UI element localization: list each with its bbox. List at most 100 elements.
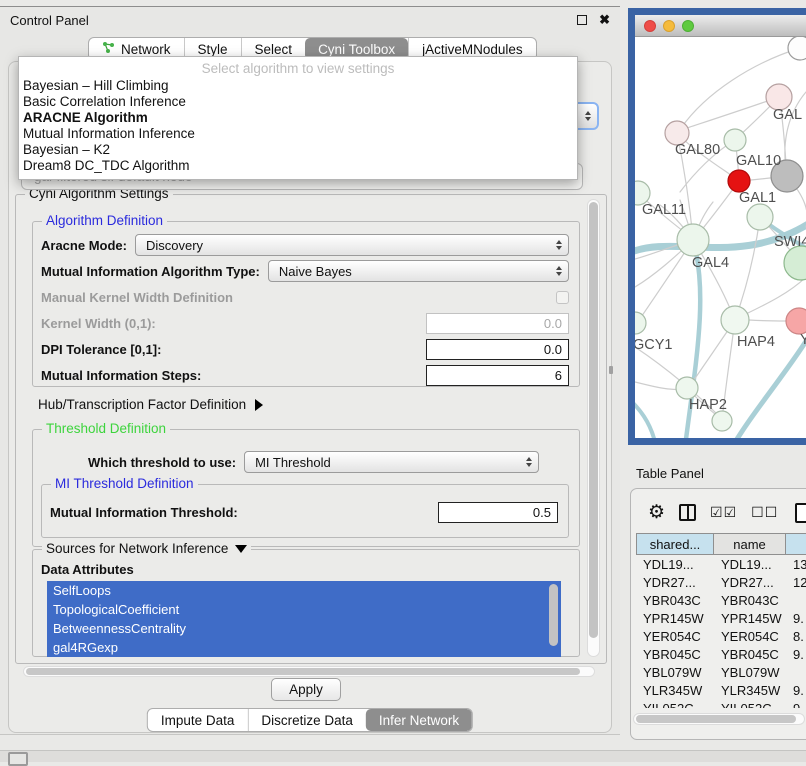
table-cell: YDL19... bbox=[636, 557, 714, 572]
table-row[interactable]: YBR043CYBR043C bbox=[636, 591, 806, 609]
node-gal4[interactable] bbox=[677, 224, 709, 256]
table-row[interactable]: YDR27...YDR27...12 bbox=[636, 573, 806, 591]
network-edge[interactable] bbox=[749, 320, 786, 321]
node-hap2[interactable] bbox=[676, 377, 698, 399]
node-gal1-grn[interactable] bbox=[747, 204, 773, 230]
mi-threshold-definition-group: MI Threshold Definition Mutual Informati… bbox=[41, 484, 569, 538]
node-label-swi4: SWI4 bbox=[774, 234, 806, 250]
mi-threshold-definition-title: MI Threshold Definition bbox=[51, 476, 198, 491]
mi-algorithm-type-label: Mutual Information Algorithm Type: bbox=[41, 264, 260, 279]
node-gal1-red[interactable] bbox=[728, 170, 750, 192]
table-horizontal-scrollbar-thumb[interactable] bbox=[636, 715, 796, 723]
column-header-shared[interactable]: shared... bbox=[636, 533, 714, 555]
table-cell: YDR27... bbox=[636, 575, 714, 590]
close-traffic-light-icon[interactable] bbox=[644, 20, 656, 32]
data-attributes-label: Data Attributes bbox=[41, 562, 134, 577]
control-panel-titlebar: Control Panel ✖ bbox=[0, 7, 620, 33]
bottom-tab-infer-network[interactable]: Infer Network bbox=[366, 709, 472, 731]
algorithm-option-bayesian-k2[interactable]: Bayesian – K2 bbox=[19, 142, 577, 158]
settings-vertical-scrollbar[interactable] bbox=[587, 199, 600, 657]
algorithm-option-mutual-information-inference[interactable]: Mutual Information Inference bbox=[19, 126, 577, 142]
unchecked-columns-icon[interactable]: ☐☐ bbox=[751, 504, 778, 521]
dpi-tolerance-field[interactable]: 0.0 bbox=[426, 339, 569, 360]
bottom-tab-discretize-data[interactable]: Discretize Data bbox=[247, 709, 366, 731]
node-bottom[interactable] bbox=[712, 411, 732, 431]
node-label-gal80: GAL80 bbox=[675, 142, 720, 158]
manual-kernel-width-checkbox[interactable] bbox=[556, 291, 569, 304]
network-edge[interactable] bbox=[635, 397, 655, 438]
settings-vertical-scrollbar-thumb[interactable] bbox=[589, 202, 598, 638]
table-cell: 12 bbox=[786, 575, 806, 590]
panel-divider-handle[interactable] bbox=[609, 366, 613, 374]
kernel-width-label: Kernel Width (0,1): bbox=[41, 316, 156, 331]
sources-group: Sources for Network Inference Data Attri… bbox=[32, 549, 580, 657]
mi-steps-field[interactable]: 6 bbox=[426, 365, 569, 386]
table-row[interactable]: YDL19...YDL19...13 bbox=[636, 555, 806, 573]
network-view-window: GALGAL80GAL10GAL1GAL11SWI4GAL4GCY1HAP4YH… bbox=[628, 8, 806, 445]
table-cell: YBL079W bbox=[636, 665, 714, 680]
aracne-mode-combo[interactable]: Discovery bbox=[135, 234, 569, 256]
node-top[interactable] bbox=[788, 37, 806, 60]
document-icon[interactable] bbox=[795, 503, 806, 523]
attribute-betweennesscentrality[interactable]: BetweennessCentrality bbox=[47, 619, 561, 638]
table-row[interactable]: YPR145WYPR145W9. bbox=[636, 609, 806, 627]
network-icon bbox=[102, 41, 115, 57]
split-columns-icon[interactable] bbox=[679, 504, 696, 521]
table-row[interactable]: YER054CYER054C8. bbox=[636, 627, 806, 645]
close-icon[interactable]: ✖ bbox=[599, 12, 610, 28]
algorithm-option-basic-correlation-inference[interactable]: Basic Correlation Inference bbox=[19, 94, 577, 110]
node-swi4[interactable] bbox=[784, 246, 806, 280]
table-cell: YIL052C bbox=[714, 701, 786, 709]
algorithm-placeholder: Select algorithm to view settings bbox=[19, 60, 577, 78]
algorithm-option-dream8-dc-tdc-algorithm[interactable]: Dream8 DC_TDC Algorithm bbox=[19, 158, 577, 174]
table-cell: YBR045C bbox=[714, 647, 786, 662]
network-canvas[interactable]: GALGAL80GAL10GAL1GAL11SWI4GAL4GCY1HAP4YH… bbox=[635, 37, 806, 438]
settings-horizontal-scrollbar[interactable] bbox=[23, 666, 595, 677]
sources-toggle[interactable]: Sources for Network Inference bbox=[42, 541, 251, 556]
node-hap4[interactable] bbox=[721, 306, 749, 334]
table-row[interactable]: YBL079WYBL079W bbox=[636, 663, 806, 681]
table-row[interactable]: YLR345WYLR345W9. bbox=[636, 681, 806, 699]
table-cell: 13 bbox=[786, 557, 806, 572]
attribute-topologicalcoefficient[interactable]: TopologicalCoefficient bbox=[47, 600, 561, 619]
node-salmon[interactable] bbox=[786, 308, 806, 334]
table-cell: YPR145W bbox=[636, 611, 714, 626]
expanded-arrow-icon bbox=[235, 545, 247, 553]
table-row[interactable]: YBR045CYBR045C9. bbox=[636, 645, 806, 663]
column-header-2[interactable] bbox=[786, 533, 806, 555]
algorithm-option-aracne-algorithm[interactable]: ARACNE Algorithm bbox=[19, 110, 577, 126]
table-row[interactable]: YIL052CYIL052C9 bbox=[636, 699, 806, 708]
column-header-name[interactable]: name bbox=[714, 533, 786, 555]
hub-transcription-factor-toggle[interactable]: Hub/Transcription Factor Definition bbox=[38, 397, 263, 412]
minimize-traffic-light-icon[interactable] bbox=[663, 20, 675, 32]
table-horizontal-scrollbar[interactable] bbox=[633, 713, 805, 725]
threshold-definition-title: Threshold Definition bbox=[42, 421, 170, 436]
checked-columns-icon[interactable]: ☑☑ bbox=[710, 504, 737, 521]
attribute-selfloops[interactable]: SelfLoops bbox=[47, 581, 561, 600]
zoom-traffic-light-icon[interactable] bbox=[682, 20, 694, 32]
algorithm-option-bayesian-hill-climbing[interactable]: Bayesian – Hill Climbing bbox=[19, 78, 577, 94]
table-cell: YLR345W bbox=[714, 683, 786, 698]
network-window-titlebar[interactable] bbox=[635, 15, 806, 37]
bottom-tab-impute-data[interactable]: Impute Data bbox=[148, 709, 248, 731]
attributes-scrollbar-thumb[interactable] bbox=[549, 584, 558, 646]
apply-button[interactable]: Apply bbox=[271, 678, 341, 701]
which-threshold-combo[interactable]: MI Threshold bbox=[244, 451, 539, 473]
algorithm-definition-title: Algorithm Definition bbox=[42, 213, 167, 228]
gear-icon[interactable]: ⚙ bbox=[648, 503, 665, 522]
float-window-icon[interactable] bbox=[577, 15, 587, 25]
settings-horizontal-scrollbar-thumb[interactable] bbox=[26, 668, 580, 675]
mi-threshold-field[interactable]: 0.5 bbox=[438, 502, 558, 523]
node-label-gal10: GAL10 bbox=[736, 153, 781, 169]
node-label-gal: GAL bbox=[773, 107, 802, 123]
network-edge[interactable] bbox=[735, 218, 760, 320]
kernel-width-field[interactable]: 0.0 bbox=[426, 313, 569, 334]
aracne-mode-label: Aracne Mode: bbox=[41, 238, 127, 253]
network-edge[interactable] bbox=[681, 97, 779, 130]
control-panel-window: Control Panel ✖ NetworkStyleSelectCyni T… bbox=[0, 6, 620, 735]
node-gal10[interactable] bbox=[724, 129, 746, 151]
collapsed-panel-button[interactable] bbox=[8, 752, 28, 766]
node-gcy1[interactable] bbox=[635, 312, 646, 334]
attribute-gal4rgexp[interactable]: gal4RGexp bbox=[47, 638, 561, 657]
mi-algorithm-type-combo[interactable]: Naive Bayes bbox=[268, 260, 569, 282]
